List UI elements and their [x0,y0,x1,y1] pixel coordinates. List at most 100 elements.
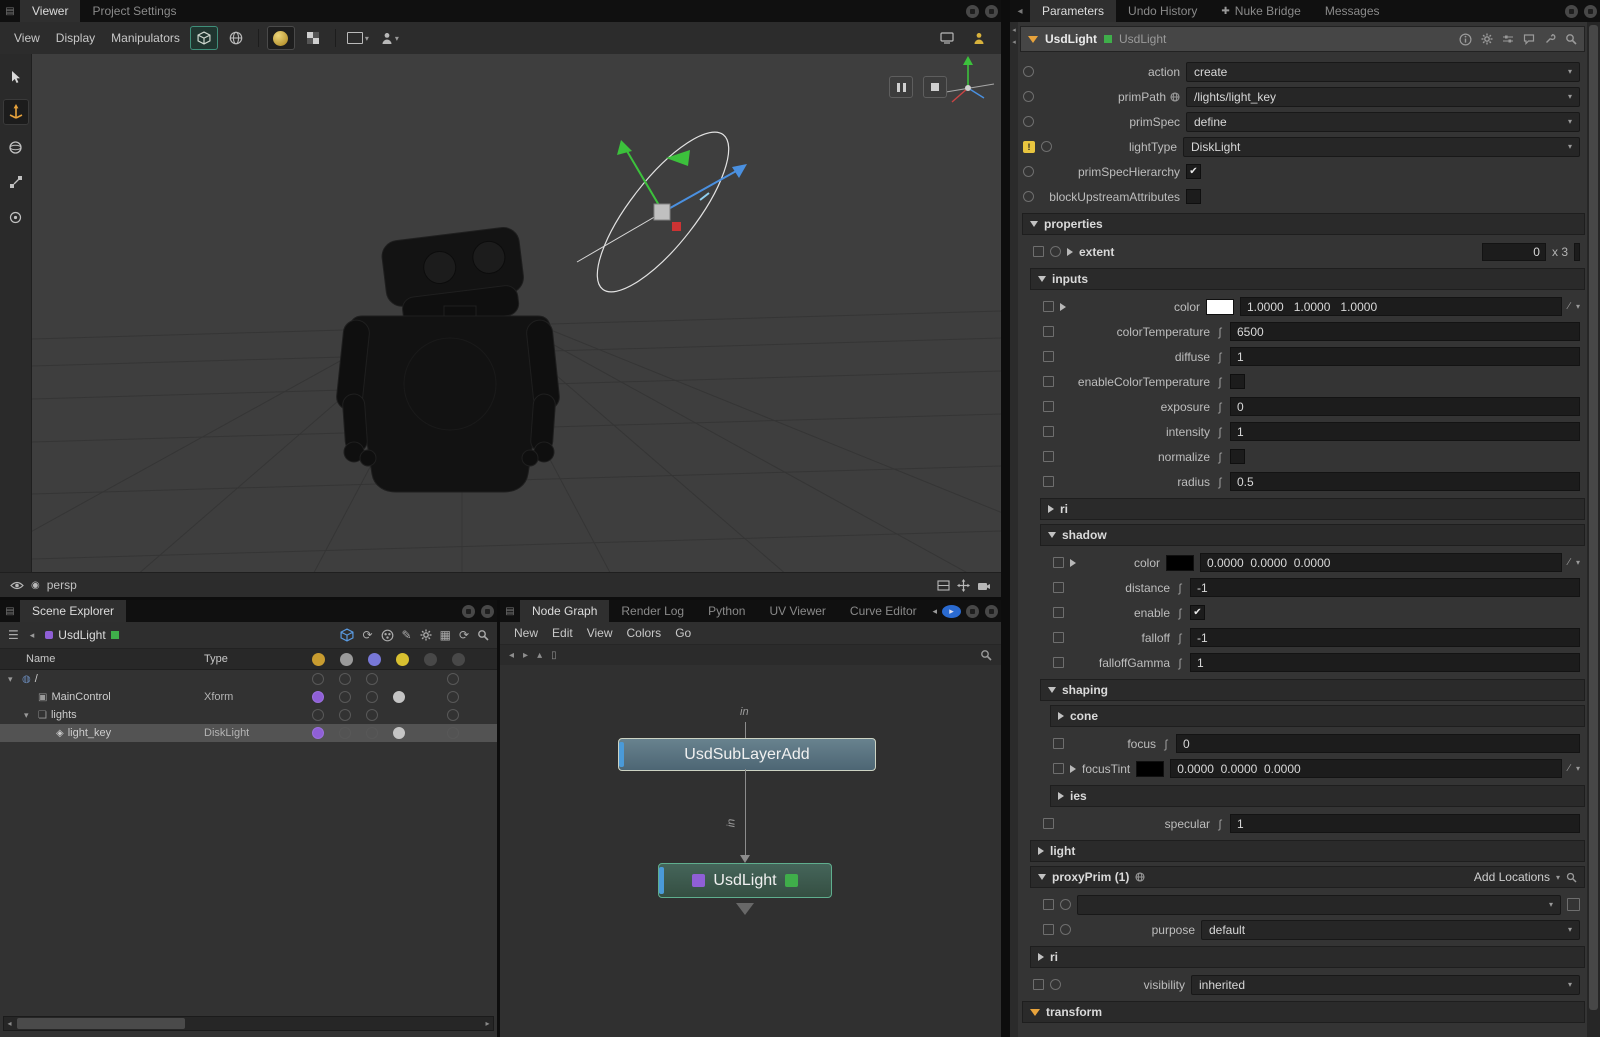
crop-mask-button[interactable]: ▾ [344,26,372,50]
column-name[interactable]: Name [0,653,204,665]
menu-new[interactable]: New [508,626,544,640]
color-swatch-icon[interactable] [381,629,394,642]
search-icon[interactable] [1565,33,1577,45]
search-icon[interactable] [980,649,992,661]
attr-state-icon[interactable] [1053,607,1064,618]
scrollbar-thumb[interactable] [17,1018,185,1029]
state-dot-active[interactable] [312,727,324,739]
section-shadow[interactable]: shadow [1040,524,1585,546]
viewed-flag-icon[interactable] [1104,35,1112,43]
edge-connection[interactable] [745,769,746,857]
slider-icon[interactable]: ∕ [1568,763,1570,774]
grid-icon[interactable]: ▦ [440,628,451,642]
tab-curve-editor[interactable]: Curve Editor [838,600,929,622]
view-flag-icon[interactable] [785,874,798,887]
pane-menu-button[interactable] [966,605,979,618]
state-dot-on[interactable] [393,727,405,739]
breadcrumb[interactable]: UsdLight [45,628,118,642]
scenegraph-location-icon[interactable] [1170,92,1180,102]
scroll-right-icon[interactable]: ▸ [482,1017,493,1030]
scale-tool-button[interactable] [3,169,29,195]
attr-state-icon[interactable] [1033,246,1044,257]
expander-icon[interactable]: ▾ [24,710,34,721]
scroll-left-icon[interactable]: ◂ [4,1017,15,1030]
state-dot[interactable] [366,691,378,703]
attr-state-icon[interactable] [1043,818,1054,829]
slider-icon[interactable]: ∕ [1568,301,1570,312]
state-dot-on[interactable] [393,691,405,703]
live-sync-icon[interactable]: ⟳ [362,628,372,642]
pencil-icon[interactable]: ✎ [402,628,412,642]
interactive-render-button[interactable] [965,26,993,50]
horizontal-scrollbar[interactable]: ◂ ▸ [3,1016,494,1031]
menu-view[interactable]: View [8,31,46,45]
section-inputs[interactable]: inputs [1030,268,1585,290]
attr-state-icon[interactable] [1043,899,1054,910]
shading-column-icon[interactable] [396,653,409,666]
focus-field[interactable]: 0 [1176,734,1580,753]
section-cone[interactable]: cone [1050,705,1585,727]
color-value-field[interactable]: 1.0000 1.0000 1.0000 [1240,297,1562,316]
primspechierarchy-checkbox[interactable]: ✔ [1186,164,1201,179]
tab-project-settings[interactable]: Project Settings [80,0,188,22]
attr-state-icon[interactable] [1043,476,1054,487]
table-row-root[interactable]: ▾ ◍ / [0,670,497,688]
tabs-scroll-left-icon[interactable]: ◂ [929,600,940,622]
menu-go[interactable]: Go [669,626,697,640]
menu-view[interactable]: View [581,626,619,640]
visibility-dropdown[interactable]: inherited ▾ [1191,975,1580,995]
node-parameter-header[interactable]: UsdLight UsdLight [1020,26,1585,52]
pane-close-button[interactable] [481,605,494,618]
state-dot-active[interactable] [312,691,324,703]
attr-state-icon[interactable] [1053,738,1064,749]
nav-up-icon[interactable]: ▴ [537,650,542,661]
state-dot[interactable] [447,691,459,703]
camera-name[interactable]: persp [47,578,77,592]
state-lamp-icon[interactable] [1041,141,1052,152]
vertical-scrollbar[interactable] [1586,22,1600,1037]
tab-nuke-bridge[interactable]: ✚Nuke Bridge [1209,0,1312,22]
tab-messages[interactable]: Messages [1313,0,1392,22]
attr-state-icon[interactable] [1053,763,1064,774]
expander-right-icon[interactable] [1060,303,1066,311]
enable-checkbox[interactable]: ✔ [1190,605,1205,620]
info-icon[interactable] [1459,33,1472,46]
state-lamp-icon[interactable] [1060,899,1071,910]
state-lamp-icon[interactable] [1023,66,1034,77]
lock-column-icon[interactable] [424,653,437,666]
pane-collapse-icon[interactable]: ◂ [1010,0,1030,22]
tab-uv-viewer[interactable]: UV Viewer [757,600,837,622]
input-port-bar[interactable] [659,867,664,894]
table-row-lights[interactable]: ▾ ❏ lights [0,706,497,724]
attr-state-icon[interactable] [1043,451,1054,462]
fx-column-icon[interactable] [368,653,381,666]
state-lamp-icon[interactable] [1023,191,1034,202]
specular-field[interactable]: 1 [1230,814,1580,833]
attr-state-icon[interactable] [1043,326,1054,337]
chevron-down-icon[interactable]: ▾ [1576,558,1580,567]
bookmark-icon[interactable]: ▯ [551,650,557,661]
diffuse-field[interactable]: 1 [1230,347,1580,366]
enablecolortemperature-checkbox[interactable] [1230,374,1245,389]
section-ri[interactable]: ri [1030,946,1585,968]
nav-forward-icon[interactable]: ▸ [523,650,528,661]
translate-tool-button[interactable] [3,99,29,125]
tab-parameters[interactable]: Parameters [1030,0,1116,22]
shadow-color-field[interactable]: 0.0000 0.0000 0.0000 [1200,553,1562,572]
tab-scene-explorer[interactable]: Scene Explorer [20,600,126,622]
state-dot[interactable] [366,673,378,685]
edit-flag-icon[interactable] [692,874,705,887]
pivot-tool-button[interactable] [3,204,29,230]
sliders-icon[interactable] [1502,33,1514,45]
attr-state-icon[interactable] [1053,632,1064,643]
viewport-3d[interactable] [32,54,1001,572]
shaded-mode-button[interactable] [190,26,218,50]
scrollbar-thumb[interactable] [1589,25,1598,1010]
state-dot[interactable] [339,673,351,685]
tab-node-graph[interactable]: Node Graph [520,600,609,622]
monitor-button[interactable] [933,26,961,50]
camera-icon[interactable] [977,580,991,591]
gear-icon[interactable] [1481,33,1493,45]
back-arrow-icon[interactable]: ◂ [27,630,38,641]
resolution-gate-icon[interactable] [937,580,950,591]
